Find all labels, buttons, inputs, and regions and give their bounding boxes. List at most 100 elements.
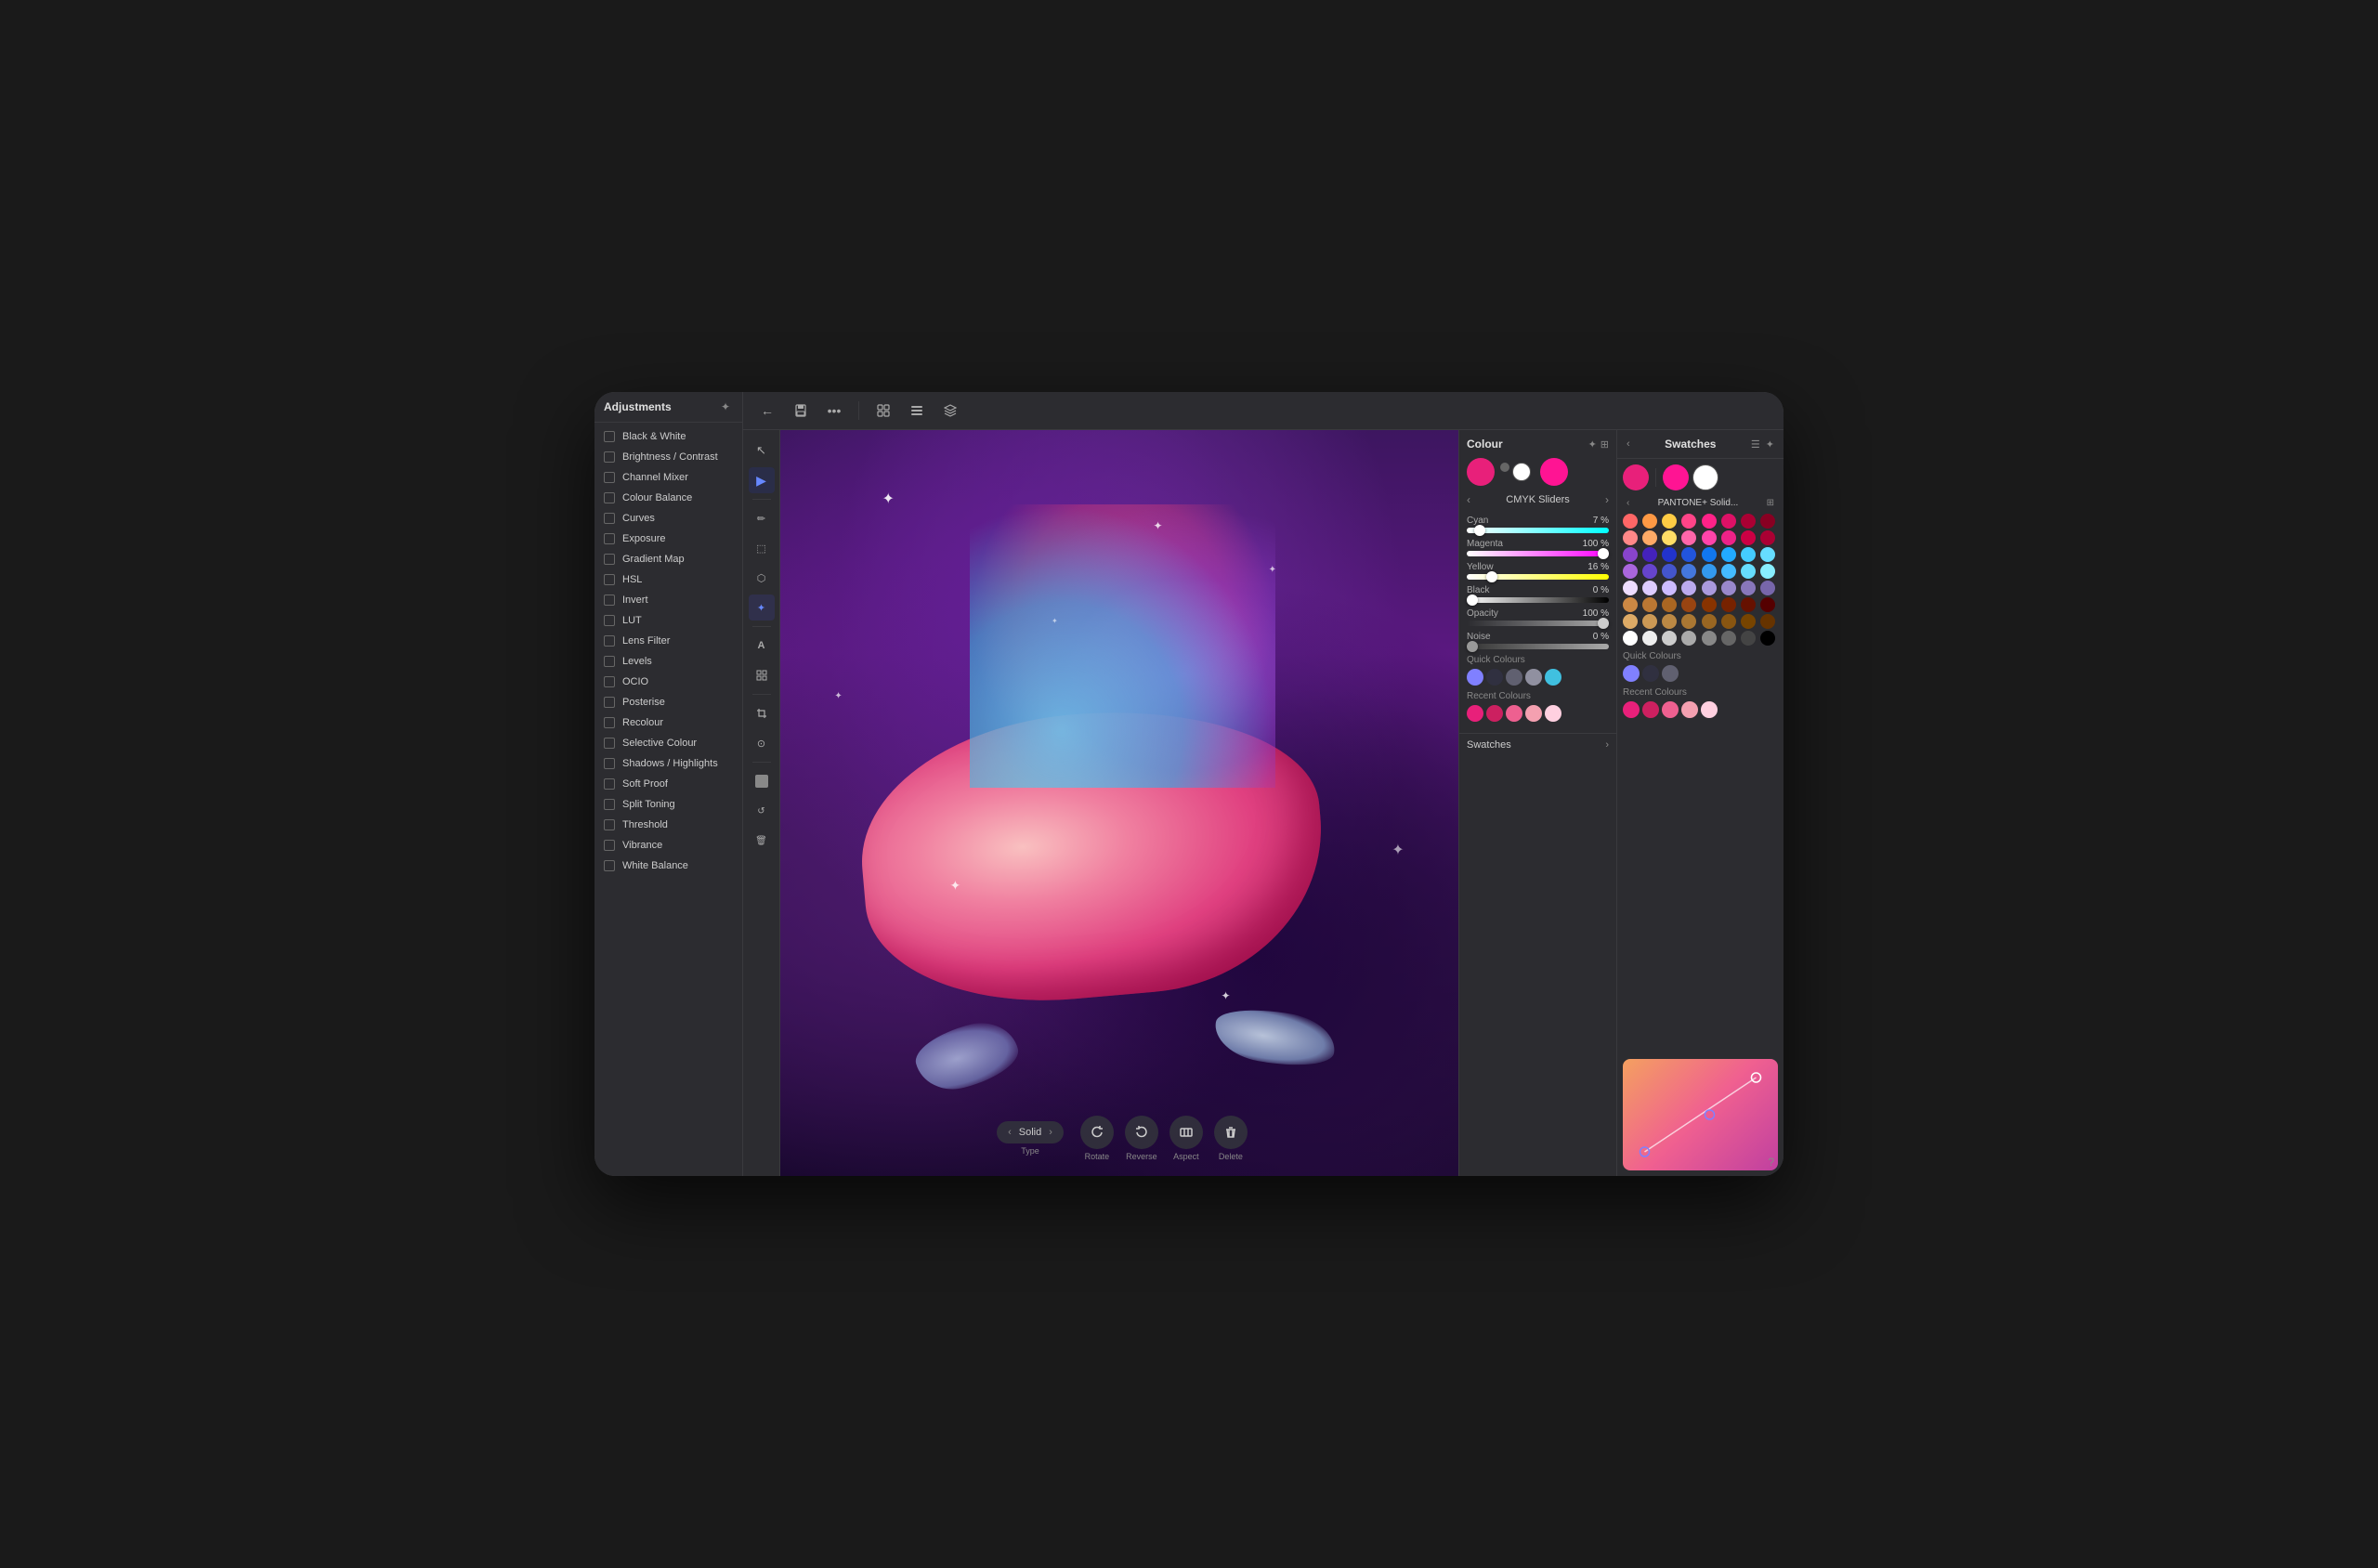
adj-item-invert[interactable]: Invert (594, 590, 742, 610)
grid-swatch-1-2[interactable] (1662, 530, 1677, 545)
adj-item-lut[interactable]: LUT (594, 610, 742, 631)
adj-item-levels[interactable]: Levels (594, 651, 742, 672)
quick-colour-2[interactable] (1506, 669, 1522, 686)
list-view-button[interactable] (904, 398, 930, 424)
grid-swatch-4-0[interactable] (1623, 581, 1638, 595)
grid-swatch-4-2[interactable] (1662, 581, 1677, 595)
grid-swatch-7-0[interactable] (1623, 631, 1638, 646)
grid-swatch-5-7[interactable] (1760, 597, 1775, 612)
grid-swatch-6-7[interactable] (1760, 614, 1775, 629)
grid-swatch-7-2[interactable] (1662, 631, 1677, 646)
grid-swatch-3-4[interactable] (1702, 564, 1717, 579)
swatches-quick-colour-1[interactable] (1642, 665, 1659, 682)
tool-pen[interactable]: ✏ (749, 505, 775, 531)
adj-item-colour-balance[interactable]: Colour Balance (594, 488, 742, 508)
swatch-alt[interactable] (1663, 464, 1689, 490)
grid-swatch-4-7[interactable] (1760, 581, 1775, 595)
pantone-prev-icon[interactable]: ‹ (1627, 498, 1629, 508)
swatches-recent-colour-2[interactable] (1662, 701, 1679, 718)
pantone-grid-icon[interactable]: ⊞ (1767, 498, 1774, 508)
grid-swatch-7-6[interactable] (1741, 631, 1756, 646)
help-icon[interactable]: ? (1768, 1156, 1774, 1169)
swatches-back-icon[interactable]: ‹ (1627, 438, 1630, 450)
reverse-button[interactable] (1125, 1116, 1158, 1149)
back-button[interactable]: ← (754, 398, 780, 424)
noise-thumb[interactable] (1467, 641, 1478, 652)
grid-swatch-3-1[interactable] (1642, 564, 1657, 579)
grid-swatch-2-5[interactable] (1721, 547, 1736, 562)
grid-swatch-6-1[interactable] (1642, 614, 1657, 629)
tool-magic[interactable]: ✦ (749, 595, 775, 621)
layers-view-button[interactable] (937, 398, 963, 424)
white-swatch[interactable] (1512, 463, 1531, 481)
grid-swatch-1-6[interactable] (1741, 530, 1756, 545)
quick-colour-0[interactable] (1467, 669, 1483, 686)
alt-colour-swatch[interactable] (1540, 458, 1568, 486)
grid-swatch-6-3[interactable] (1681, 614, 1696, 629)
grid-swatch-4-5[interactable] (1721, 581, 1736, 595)
swatches-quick-colour-2[interactable] (1662, 665, 1679, 682)
grid-swatch-2-0[interactable] (1623, 547, 1638, 562)
grid-swatch-5-6[interactable] (1741, 597, 1756, 612)
opacity-thumb[interactable] (1598, 618, 1609, 629)
grid-swatch-0-5[interactable] (1721, 514, 1736, 529)
grid-swatch-1-7[interactable] (1760, 530, 1775, 545)
colour-expand-icon[interactable]: ⊞ (1601, 438, 1609, 451)
grid-swatch-0-1[interactable] (1642, 514, 1657, 529)
mode-prev-icon[interactable]: ‹ (1467, 493, 1470, 506)
type-pill[interactable]: ‹ Solid › (997, 1121, 1064, 1143)
grid-swatch-0-2[interactable] (1662, 514, 1677, 529)
adj-item-curves[interactable]: Curves (594, 508, 742, 529)
adj-item-posterise[interactable]: Posterise (594, 692, 742, 712)
grid-swatch-6-6[interactable] (1741, 614, 1756, 629)
adj-item-hsl[interactable]: HSL (594, 569, 742, 590)
grid-swatch-3-3[interactable] (1681, 564, 1696, 579)
quick-colour-3[interactable] (1525, 669, 1542, 686)
adj-item-black-&-white[interactable]: Black & White (594, 426, 742, 447)
grid-swatch-0-7[interactable] (1760, 514, 1775, 529)
adj-item-ocio[interactable]: OCIO (594, 672, 742, 692)
recent-colour-0[interactable] (1467, 705, 1483, 722)
mode-next-icon[interactable]: › (1605, 493, 1609, 506)
eyedropper-icon[interactable] (1500, 463, 1509, 472)
opacity-slider[interactable] (1467, 621, 1609, 626)
swatches-quick-colour-0[interactable] (1623, 665, 1640, 682)
cyan-slider[interactable] (1467, 528, 1609, 533)
grid-swatch-3-0[interactable] (1623, 564, 1638, 579)
adj-item-selective-colour[interactable]: Selective Colour (594, 733, 742, 753)
swatch-primary[interactable] (1623, 464, 1649, 490)
grid-swatch-3-6[interactable] (1741, 564, 1756, 579)
tool-move[interactable]: ▶ (749, 467, 775, 493)
magenta-slider[interactable] (1467, 551, 1609, 556)
adj-item-recolour[interactable]: Recolour (594, 712, 742, 733)
grid-swatch-7-5[interactable] (1721, 631, 1736, 646)
noise-slider[interactable] (1467, 644, 1609, 649)
grid-swatch-2-1[interactable] (1642, 547, 1657, 562)
quick-colour-1[interactable] (1486, 669, 1503, 686)
grid-view-button[interactable] (870, 398, 896, 424)
tool-delete[interactable]: 🗑 (749, 828, 775, 854)
grid-swatch-6-4[interactable] (1702, 614, 1717, 629)
grid-swatch-5-2[interactable] (1662, 597, 1677, 612)
grid-swatch-3-5[interactable] (1721, 564, 1736, 579)
grid-swatch-3-7[interactable] (1760, 564, 1775, 579)
grid-swatch-4-6[interactable] (1741, 581, 1756, 595)
grid-swatch-3-2[interactable] (1662, 564, 1677, 579)
black-slider[interactable] (1467, 597, 1609, 603)
grid-swatch-5-1[interactable] (1642, 597, 1657, 612)
grid-swatch-6-5[interactable] (1721, 614, 1736, 629)
grid-swatch-1-1[interactable] (1642, 530, 1657, 545)
grid-swatch-6-0[interactable] (1623, 614, 1638, 629)
adj-item-threshold[interactable]: Threshold (594, 815, 742, 835)
save-button[interactable] (788, 398, 814, 424)
swatches-recent-colour-0[interactable] (1623, 701, 1640, 718)
grid-swatch-1-4[interactable] (1702, 530, 1717, 545)
recent-colour-1[interactable] (1486, 705, 1503, 722)
tool-erase[interactable]: ↺ (749, 798, 775, 824)
adj-item-split-toning[interactable]: Split Toning (594, 794, 742, 815)
quick-colour-4[interactable] (1545, 669, 1561, 686)
gradient-preview[interactable] (1623, 1059, 1778, 1170)
tool-select[interactable]: ↖ (749, 438, 775, 464)
grid-swatch-7-4[interactable] (1702, 631, 1717, 646)
canvas-area[interactable]: ✦ ✦ ✦ ✦ ✦ ✦ ✦ ✦ (780, 430, 1458, 1176)
